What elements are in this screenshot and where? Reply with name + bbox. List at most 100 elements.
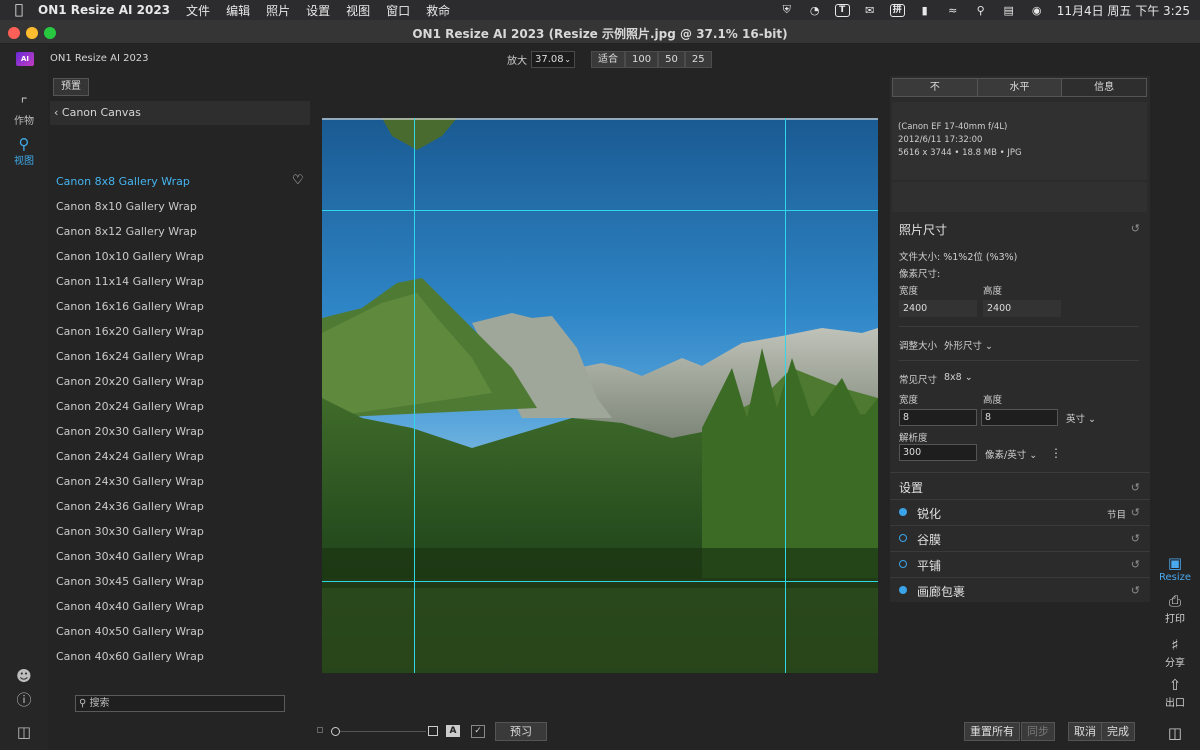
preset-item[interactable]: Canon 20x24 Gallery Wrap — [56, 394, 204, 419]
view-tool[interactable]: ⚲ 视图 — [0, 136, 48, 167]
preset-item[interactable]: Canon 16x24 Gallery Wrap — [56, 344, 204, 369]
slider-handle[interactable] — [331, 727, 340, 736]
text-icon[interactable]: T — [834, 3, 850, 17]
zoom-25-button[interactable]: 25 — [684, 51, 712, 68]
preset-search-input[interactable]: ⚲ 搜索 — [75, 695, 285, 712]
menu-window[interactable]: 窗口 — [386, 2, 410, 19]
presets-tab[interactable]: 预置 — [53, 78, 89, 96]
print-tool[interactable]: ⎙ 打印 — [1156, 592, 1194, 625]
settings-section[interactable]: 平铺 ↺ — [890, 551, 1150, 576]
common-size-dropdown[interactable]: 8x8 ⌄ — [944, 372, 973, 383]
enable-toggle[interactable] — [899, 534, 907, 542]
reset-icon[interactable]: ↺ — [1131, 481, 1140, 494]
thumb-size-slider[interactable] — [336, 731, 426, 732]
reset-icon[interactable]: ↺ — [1131, 222, 1140, 235]
preset-item[interactable]: Canon 24x30 Gallery Wrap — [56, 469, 204, 494]
user-icon[interactable]: ☻ — [0, 668, 48, 684]
resize-tool[interactable]: ▣ Resize — [1156, 554, 1194, 583]
menu-photo[interactable]: 照片 — [266, 2, 290, 19]
preset-item[interactable]: Canon 11x14 Gallery Wrap — [56, 269, 204, 294]
preset-item[interactable]: Canon 20x30 Gallery Wrap — [56, 419, 204, 444]
preset-item[interactable]: Canon 16x16 Gallery Wrap — [56, 294, 204, 319]
preset-item[interactable]: Canon 40x40 Gallery Wrap — [56, 594, 204, 619]
settings-section[interactable]: 画廊包裹 ↺ — [890, 577, 1150, 602]
menu-edit[interactable]: 编辑 — [226, 2, 250, 19]
preset-item[interactable]: Canon 24x36 Gallery Wrap — [56, 494, 204, 519]
apple-menu-icon[interactable]:  — [0, 2, 38, 18]
menu-view[interactable]: 视图 — [346, 2, 370, 19]
preset-item[interactable]: Canon 10x10 Gallery Wrap — [56, 244, 204, 269]
menu-file[interactable]: 文件 — [186, 2, 210, 19]
more-options-icon[interactable]: ⋮ — [1050, 446, 1062, 460]
preset-item[interactable]: Canon 8x8 Gallery Wrap — [56, 169, 190, 194]
reset-all-button[interactable]: 重置所有 — [964, 722, 1020, 741]
preset-item[interactable]: Canon 8x10 Gallery Wrap — [56, 194, 197, 219]
zoom-input[interactable]: 37.08 ⌄ — [531, 51, 575, 68]
width-input[interactable]: 8 — [899, 409, 977, 426]
gauge-icon[interactable]: ◔ — [807, 3, 823, 17]
preset-item[interactable]: Canon 20x20 Gallery Wrap — [56, 369, 204, 394]
input-method-icon[interactable]: 拼 — [889, 3, 905, 17]
large-thumb-icon[interactable] — [428, 726, 438, 736]
help-icon[interactable]: ⓘ — [0, 692, 48, 708]
reset-icon[interactable]: ↺ — [1131, 558, 1140, 571]
clock[interactable]: 11月4日 周五 下午 3:25 — [1057, 2, 1190, 19]
preset-item[interactable]: Canon 30x45 Gallery Wrap — [56, 569, 204, 594]
tab-none[interactable]: 不 — [893, 79, 978, 96]
left-rail: AI ⌜ 作物 ⚲ 视图 ☻ ⓘ ◫ — [0, 44, 48, 750]
search-placeholder: 搜索 — [89, 698, 110, 709]
print-label: 打印 — [1165, 614, 1185, 625]
enable-toggle[interactable] — [899, 586, 907, 594]
reset-icon[interactable]: ↺ — [1131, 584, 1140, 597]
preset-dropdown[interactable]: 节目 — [1107, 507, 1126, 521]
preset-item[interactable]: Canon 16x20 Gallery Wrap — [56, 319, 204, 344]
text-overlay-icon[interactable]: A — [446, 725, 460, 737]
resolution-unit-dropdown[interactable]: 像素/英寸 ⌄ — [985, 447, 1037, 461]
control-center-icon[interactable]: ▤ — [1001, 3, 1017, 17]
enable-toggle[interactable] — [899, 560, 907, 568]
preset-item[interactable]: Canon 40x50 Gallery Wrap — [56, 619, 204, 644]
image-canvas[interactable] — [322, 118, 878, 673]
export-tool[interactable]: ⇧ 出口 — [1156, 676, 1194, 709]
preset-item[interactable]: Canon 30x30 Gallery Wrap — [56, 519, 204, 544]
preset-item[interactable]: Canon 24x24 Gallery Wrap — [56, 444, 204, 469]
shield-icon[interactable]: ⛨ — [779, 3, 795, 17]
zoom-100-button[interactable]: 100 — [625, 51, 659, 68]
tab-horizontal[interactable]: 水平 — [977, 79, 1063, 96]
compare-icon[interactable]: ✓ — [471, 725, 485, 738]
battery-icon[interactable]: ▮ — [917, 3, 933, 17]
notification-icon[interactable]: ✉ — [862, 3, 878, 17]
done-button[interactable]: 完成 — [1101, 722, 1135, 741]
search-icon[interactable]: ⚲ — [973, 3, 989, 17]
wifi-icon[interactable]: ≈ — [945, 3, 961, 17]
app-menu[interactable]: ON1 Resize AI 2023 — [38, 3, 170, 17]
sync-button[interactable]: 同步 — [1021, 722, 1055, 741]
reset-icon[interactable]: ↺ — [1131, 506, 1140, 519]
unit-dropdown[interactable]: 英寸 ⌄ — [1066, 411, 1096, 425]
preset-item[interactable]: Canon 8x12 Gallery Wrap — [56, 219, 197, 244]
menu-settings[interactable]: 设置 — [306, 2, 330, 19]
section-label: 画廊包裹 — [917, 585, 966, 599]
chevron-left-icon: ‹ — [54, 106, 59, 119]
capture-datetime: 2012/6/11 17:32:00 — [898, 135, 983, 145]
preset-category-back[interactable]: ‹ Canon Canvas — [50, 101, 310, 125]
preset-item[interactable]: Canon 40x60 Gallery Wrap — [56, 644, 204, 669]
height-input[interactable]: 8 — [981, 409, 1058, 426]
preset-item[interactable]: Canon 30x40 Gallery Wrap — [56, 544, 204, 569]
settings-section[interactable]: 锐化 节目 ↺ — [890, 499, 1150, 524]
siri-icon[interactable]: ◉ — [1029, 3, 1045, 17]
share-tool[interactable]: ♯ 分享 — [1156, 636, 1194, 669]
resolution-input[interactable]: 300 — [899, 444, 977, 461]
settings-section[interactable]: 谷膜 ↺ — [890, 525, 1150, 550]
resize-mode-dropdown[interactable]: 外形尺寸 ⌄ — [944, 338, 993, 352]
preview-button[interactable]: 预习 — [495, 722, 547, 741]
enable-toggle[interactable] — [899, 508, 907, 516]
crop-tool[interactable]: ⌜ 作物 — [0, 96, 48, 127]
zoom-fit-button[interactable]: 适合 — [591, 51, 625, 68]
zoom-50-button[interactable]: 50 — [658, 51, 685, 68]
tab-info[interactable]: 信息 — [1062, 79, 1147, 96]
menu-help[interactable]: 救命 — [426, 2, 450, 19]
reset-icon[interactable]: ↺ — [1131, 532, 1140, 545]
heart-icon[interactable]: ♡ — [292, 173, 304, 188]
cancel-button[interactable]: 取消 — [1068, 722, 1102, 741]
